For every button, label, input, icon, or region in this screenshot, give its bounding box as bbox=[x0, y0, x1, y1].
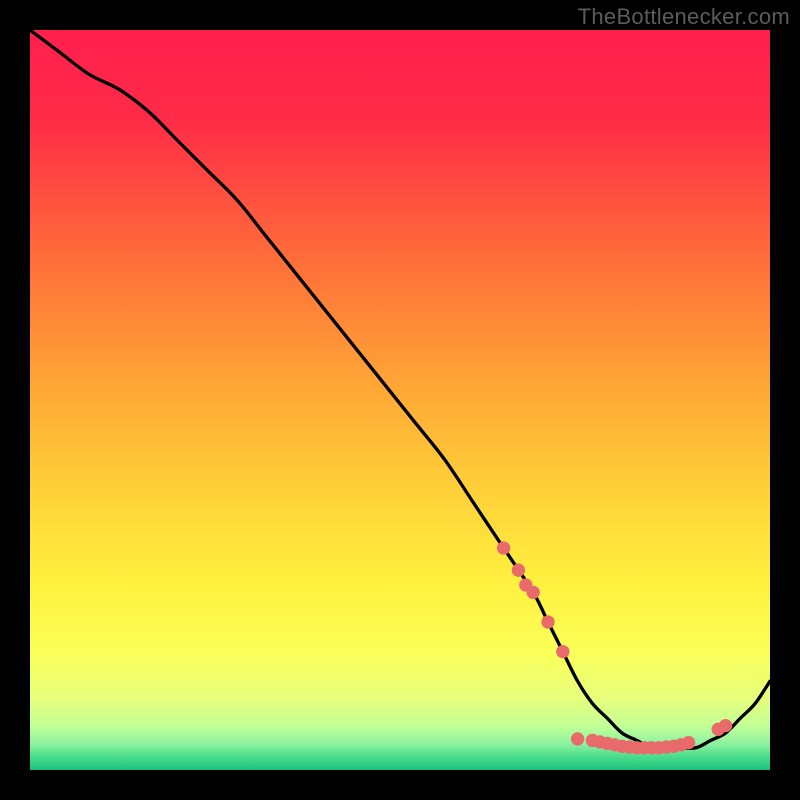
chart-frame: TheBottlenecker.com bbox=[0, 0, 800, 800]
data-marker bbox=[682, 736, 695, 749]
plot-area bbox=[30, 30, 770, 770]
watermark-text: TheBottlenecker.com bbox=[578, 4, 790, 30]
curve-layer bbox=[30, 30, 770, 770]
bottleneck-curve bbox=[30, 30, 770, 748]
data-marker bbox=[719, 719, 732, 732]
data-marker bbox=[497, 541, 510, 554]
data-marker bbox=[527, 586, 540, 599]
marker-group bbox=[497, 541, 732, 754]
data-marker bbox=[571, 732, 584, 745]
data-marker bbox=[556, 645, 569, 658]
data-marker bbox=[512, 564, 525, 577]
data-marker bbox=[541, 615, 554, 628]
